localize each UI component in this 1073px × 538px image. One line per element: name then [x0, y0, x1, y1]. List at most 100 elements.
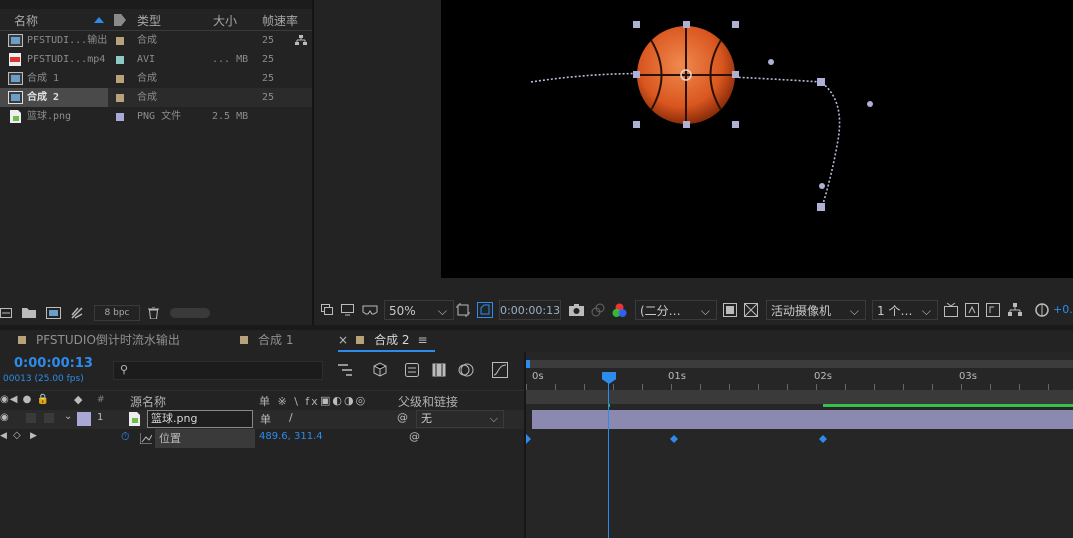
- new-folder-icon[interactable]: [22, 307, 36, 318]
- new-composition-icon[interactable]: [46, 307, 61, 319]
- add-keyframe-icon[interactable]: ◇: [13, 430, 21, 441]
- switches-header[interactable]: 单 ※ \ fx: [259, 393, 320, 409]
- property-row[interactable]: ◀ ◇ ▶ ⏱ 位置 489.6, 311.4 @: [0, 429, 525, 448]
- layer-search-input[interactable]: ⚲: [113, 361, 323, 380]
- composition-canvas[interactable]: [441, 0, 1073, 278]
- layer-number-header: #: [97, 395, 105, 405]
- bezier-handle[interactable]: [819, 183, 825, 189]
- resolution-select[interactable]: (二分… ⌵: [635, 300, 717, 320]
- stopwatch-icon[interactable]: ⏱: [121, 430, 130, 444]
- tab-comp-1[interactable]: 合成 1: [240, 328, 293, 352]
- motion-blur-icon[interactable]: [458, 363, 474, 377]
- expression-pickwhip-icon[interactable]: @: [409, 430, 420, 443]
- quality-switch-icon[interactable]: /: [289, 411, 293, 424]
- lock-toggle[interactable]: [44, 413, 54, 423]
- show-snapshot-icon[interactable]: [591, 303, 605, 317]
- project-item-selected[interactable]: 合成 2 合成 25: [0, 88, 312, 107]
- solo-toggle[interactable]: [26, 413, 36, 423]
- project-item[interactable]: PFSTUDI...输出 合成 25: [0, 31, 312, 50]
- project-item[interactable]: 合成 1 合成 25: [0, 69, 312, 88]
- col-name-header[interactable]: 名称: [14, 12, 38, 30]
- transparency-grid-icon[interactable]: [477, 302, 493, 318]
- tab-comp-2-active[interactable]: × 合成 2 ≡: [338, 328, 435, 352]
- layer-row[interactable]: ◉ ⌄ 1 篮球.png 单 / @ 无 ⌵: [0, 410, 525, 429]
- keyframe-handle[interactable]: [817, 78, 825, 86]
- bezier-handle[interactable]: [768, 59, 774, 65]
- label-swatch[interactable]: [116, 56, 124, 64]
- layer-duration-bar[interactable]: [532, 410, 1073, 429]
- exposure-icon[interactable]: [1035, 303, 1049, 317]
- trash-icon[interactable]: [148, 307, 159, 319]
- thumbnail-slider[interactable]: [170, 308, 210, 318]
- current-time-indicator[interactable]: [608, 382, 609, 538]
- flowchart-view-icon[interactable]: [965, 303, 979, 317]
- exposure-value[interactable]: +0.0: [1053, 300, 1073, 320]
- label-column-icon[interactable]: ◆: [74, 393, 82, 406]
- time-graph[interactable]: 0s 01s 02s 03s: [526, 352, 1073, 538]
- expand-chevron-icon[interactable]: ⌄: [64, 411, 72, 422]
- fast-previews-icon[interactable]: [723, 303, 737, 317]
- tab-menu-icon[interactable]: ≡: [418, 333, 428, 347]
- work-area-start-handle[interactable]: [526, 360, 530, 368]
- prev-keyframe-icon[interactable]: ◀: [0, 431, 7, 441]
- frame-blending-icon[interactable]: [432, 363, 446, 377]
- keyframe: [819, 435, 827, 443]
- vr-glasses-icon[interactable]: [362, 305, 378, 315]
- composition-flowchart-icon[interactable]: [1008, 303, 1022, 317]
- interpret-footage-icon[interactable]: [0, 308, 12, 318]
- sort-asc-icon[interactable]: [94, 17, 104, 23]
- source-name-header[interactable]: 源名称: [130, 393, 166, 410]
- chevron-down-icon: ⌵: [437, 304, 447, 318]
- tab-pfstudio-countdown[interactable]: PFSTUDIO倒计时流水输出: [18, 328, 180, 352]
- checkerboard-icon[interactable]: [744, 303, 758, 317]
- render-queue-icon[interactable]: [71, 307, 83, 319]
- snapshot-camera-icon[interactable]: [569, 304, 584, 316]
- switches-icons: ▣◐◑◎: [320, 394, 368, 407]
- next-keyframe-icon[interactable]: ▶: [30, 431, 37, 441]
- keyframe: [670, 435, 678, 443]
- zoom-select[interactable]: 50% ⌵: [384, 300, 454, 320]
- parent-link-header[interactable]: 父级和链接: [398, 393, 458, 410]
- shy-layers-icon[interactable]: [405, 363, 419, 377]
- col-fps-header[interactable]: 帧速率: [262, 12, 298, 30]
- monitor-icon[interactable]: [341, 304, 354, 316]
- flowchart-icon[interactable]: [295, 35, 307, 46]
- layer-name[interactable]: 篮球.png: [147, 410, 253, 428]
- label-tag-icon[interactable]: [114, 14, 126, 26]
- pickwhip-icon[interactable]: @: [397, 411, 408, 424]
- draft-3d-icon[interactable]: [372, 362, 388, 378]
- label-swatch[interactable]: [116, 75, 124, 83]
- viewer-timecode[interactable]: 0:00:00:13: [499, 300, 561, 320]
- ruler-label: 01s: [668, 371, 686, 382]
- project-item[interactable]: PFSTUDI...mp4 AVI ... MB 25: [0, 50, 312, 69]
- graph-editor-icon[interactable]: [492, 362, 508, 378]
- camera-select[interactable]: 活动摄像机 ⌵: [766, 300, 866, 320]
- col-size-header[interactable]: 大小: [213, 12, 237, 30]
- label-swatch[interactable]: [116, 94, 124, 102]
- toggle-pixel-aspect-icon[interactable]: [944, 303, 958, 317]
- layer-label-swatch[interactable]: [77, 412, 91, 426]
- always-preview-icon[interactable]: [321, 304, 333, 315]
- comp-mini-flowchart-icon[interactable]: [338, 363, 354, 377]
- parent-select[interactable]: 无 ⌵: [416, 410, 504, 428]
- views-select[interactable]: 1 个… ⌵: [872, 300, 938, 320]
- visibility-eye-icon[interactable]: ◉: [0, 412, 9, 423]
- close-icon[interactable]: ×: [338, 333, 348, 347]
- region-of-interest-icon[interactable]: [456, 303, 470, 317]
- label-swatch[interactable]: [116, 37, 124, 45]
- current-timecode[interactable]: 0:00:00:13: [14, 356, 93, 371]
- shy-switch-icon[interactable]: 单: [260, 411, 271, 427]
- position-value[interactable]: 489.6, 311.4: [259, 431, 323, 442]
- project-item[interactable]: 篮球.png PNG 文件 2.5 MB: [0, 107, 312, 126]
- bezier-handle[interactable]: [867, 101, 873, 107]
- graph-icon[interactable]: [140, 433, 152, 444]
- label-swatch[interactable]: [116, 113, 124, 121]
- keyframe-handle[interactable]: [817, 203, 825, 211]
- color-depth-button[interactable]: 8 bpc: [94, 305, 140, 321]
- col-type-header[interactable]: 类型: [137, 12, 161, 30]
- reset-exposure-icon[interactable]: [986, 303, 1000, 317]
- channel-rgb-icon[interactable]: [612, 303, 627, 318]
- chevron-down-icon: ⌵: [700, 304, 710, 318]
- basketball-layer[interactable]: [637, 26, 735, 124]
- work-area-bar[interactable]: [526, 360, 1073, 368]
